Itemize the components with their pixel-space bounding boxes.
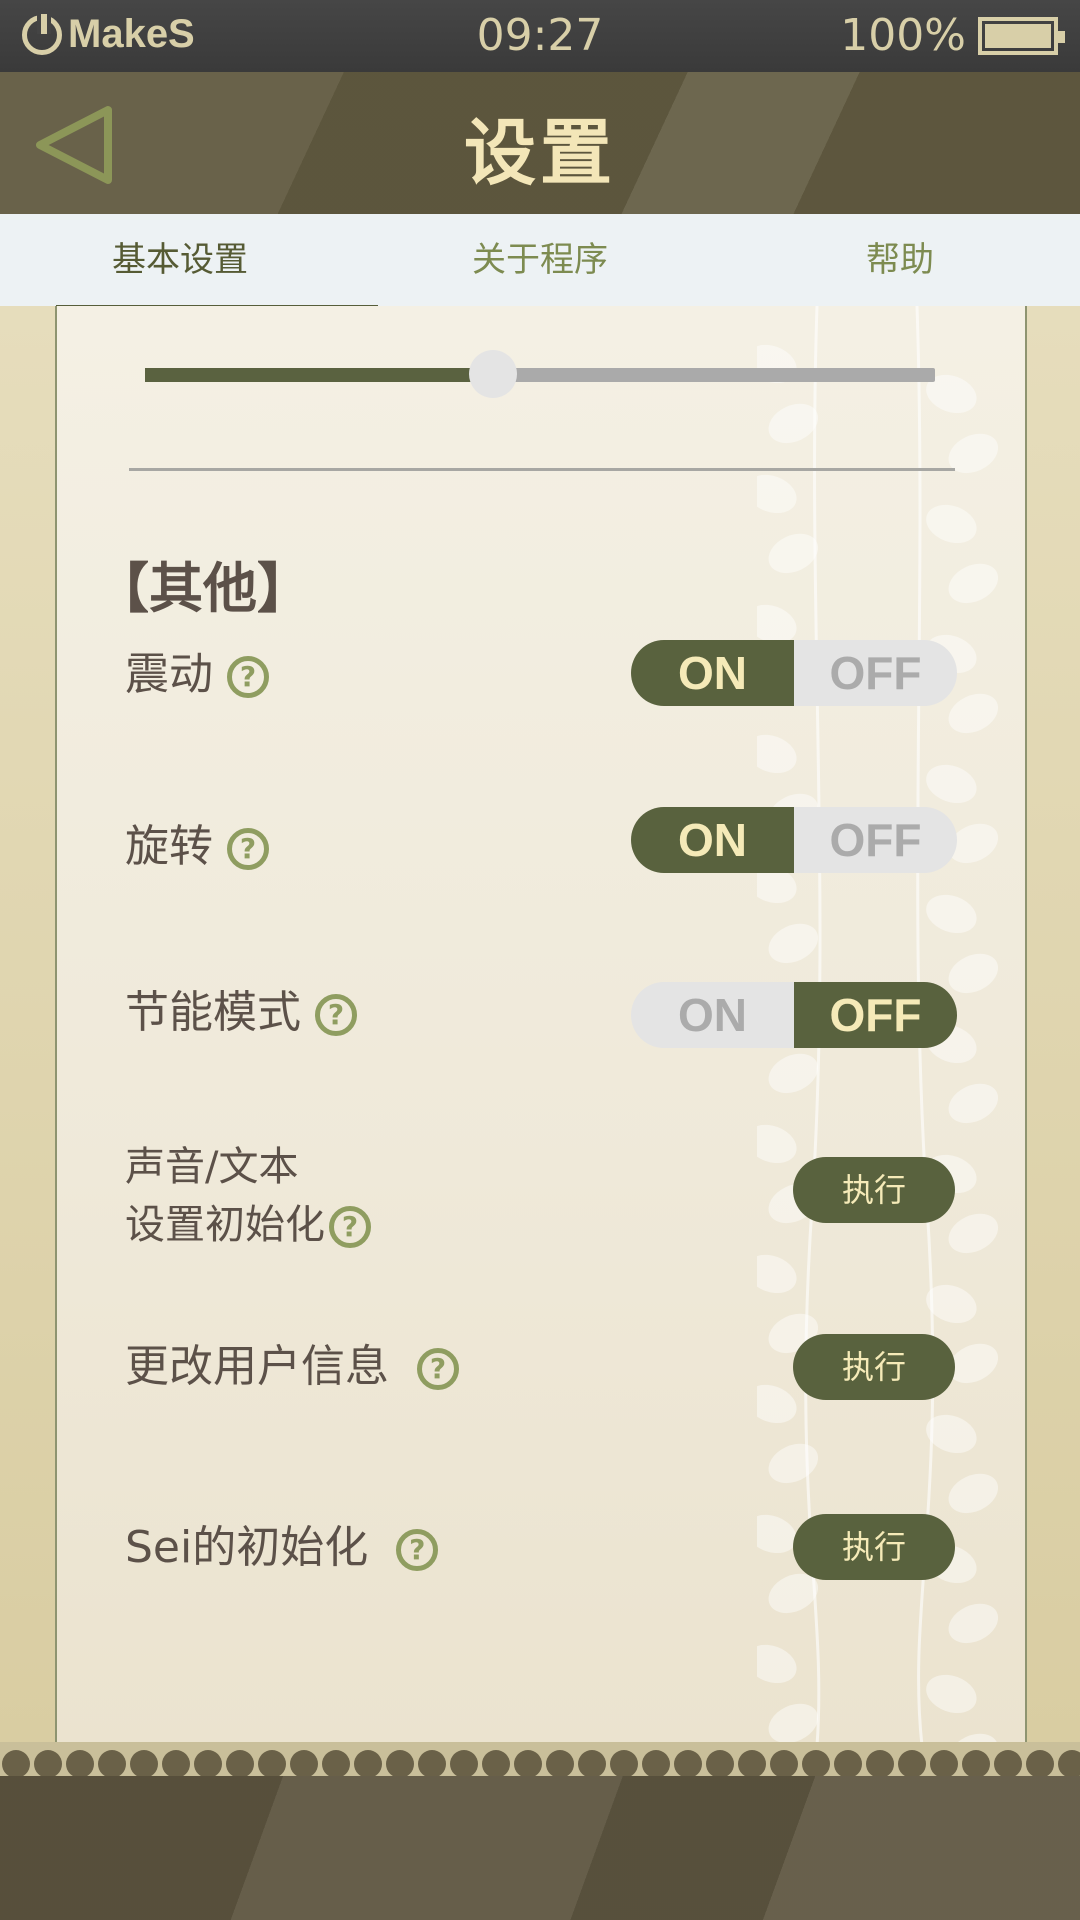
change-user-info-label: 更改用户信息 (125, 1341, 389, 1392)
help-icon[interactable]: ? (396, 1529, 439, 1571)
reset-sound-text-execute-button[interactable]: 执行 (793, 1157, 955, 1223)
help-icon[interactable]: ? (227, 828, 269, 870)
reset-sei-row-label: Sei的初始化? (125, 1519, 439, 1577)
tab-basic-settings[interactable]: 基本设置 (0, 214, 360, 306)
toggle-on-option[interactable]: ON (631, 640, 794, 706)
reset-sound-text-label-line2: 设置初始化 (125, 1202, 325, 1248)
help-icon[interactable]: ? (315, 994, 357, 1036)
header-bar: 设置 (0, 72, 1080, 214)
change-user-info-execute-button[interactable]: 执行 (793, 1334, 955, 1400)
toggle-off-option[interactable]: OFF (794, 640, 957, 706)
settings-panel[interactable]: 【其他】 震动? ON OFF 旋转? ON OFF 节能模式? ON OFF … (55, 306, 1027, 1746)
right-border-decoration (1024, 306, 1080, 1746)
rotation-toggle[interactable]: ON OFF (631, 807, 957, 873)
help-icon[interactable]: ? (227, 656, 269, 698)
power-saving-toggle[interactable]: ON OFF (631, 982, 957, 1048)
lace-border-decoration (0, 1742, 1080, 1778)
footer-bar (0, 1776, 1080, 1920)
divider (129, 468, 955, 471)
reset-sei-label: Sei的初始化 (125, 1522, 369, 1573)
left-border-decoration (0, 306, 56, 1746)
toggle-on-option[interactable]: ON (631, 807, 794, 873)
rotation-label: 旋转 (125, 821, 213, 872)
status-battery: 100% (840, 10, 1065, 61)
status-bar: MakeS 09:27 100% (0, 0, 1080, 72)
reset-sei-execute-button[interactable]: 执行 (793, 1514, 955, 1580)
tab-about[interactable]: 关于程序 (360, 214, 720, 306)
rotation-row-label: 旋转? (125, 818, 269, 876)
power-saving-row-label: 节能模式? (125, 984, 357, 1042)
reset-sound-text-label-line1: 声音/文本 (125, 1144, 299, 1190)
battery-percent: 100% (840, 10, 966, 61)
help-icon[interactable]: ? (329, 1206, 371, 1248)
volume-slider[interactable] (145, 350, 935, 398)
slider-thumb[interactable] (468, 350, 517, 398)
vibration-label: 震动 (125, 649, 213, 700)
slider-fill (145, 368, 493, 382)
battery-icon (978, 16, 1065, 55)
toggle-off-option[interactable]: OFF (794, 982, 957, 1048)
vibration-toggle[interactable]: ON OFF (631, 640, 957, 706)
help-icon[interactable]: ? (417, 1348, 459, 1390)
page-title: 设置 (463, 111, 616, 195)
change-user-info-row-label: 更改用户信息? (125, 1338, 459, 1396)
section-title-other: 【其他】 (95, 557, 311, 620)
vibration-row-label: 震动? (125, 646, 269, 704)
toggle-on-option[interactable]: ON (631, 982, 794, 1048)
tab-help[interactable]: 帮助 (720, 214, 1080, 306)
reset-sound-text-row-label: 声音/文本 设置初始化? (125, 1138, 371, 1254)
power-saving-label: 节能模式 (125, 987, 301, 1038)
tab-bar: 基本设置 关于程序 帮助 (0, 214, 1080, 309)
toggle-off-option[interactable]: OFF (794, 807, 957, 873)
